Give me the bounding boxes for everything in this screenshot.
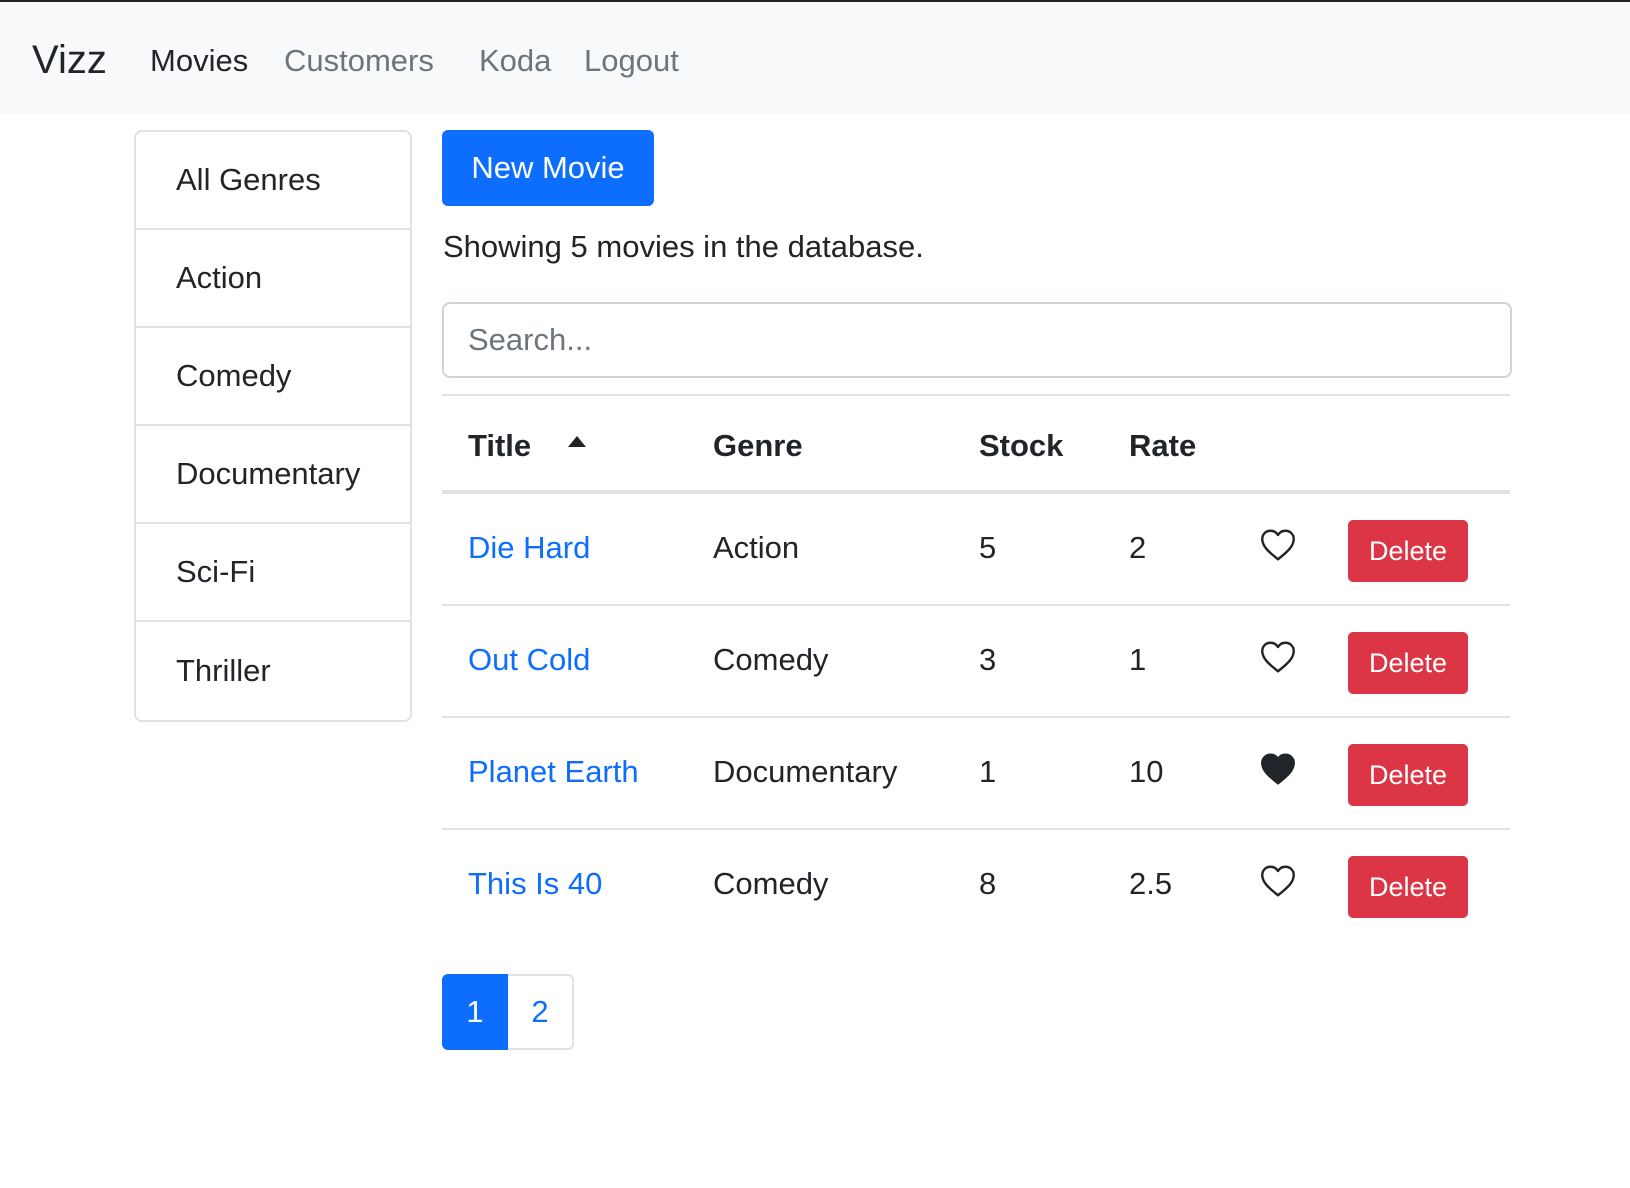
movies-table: Title Genre Stock Rate Die Hard Action 5… — [442, 394, 1510, 942]
genre-item-comedy[interactable]: Comedy — [136, 328, 410, 426]
search-input[interactable] — [442, 302, 1512, 378]
page-link-1[interactable]: 1 — [442, 974, 508, 1050]
movie-stock: 5 — [979, 530, 997, 565]
table-row: Out Cold Comedy 3 1 Delete — [442, 606, 1510, 718]
nav-link-movies[interactable]: Movies — [150, 42, 248, 80]
movie-rate: 1 — [1129, 642, 1147, 677]
movie-title-link[interactable]: This Is 40 — [468, 864, 602, 904]
column-header-title[interactable]: Title — [468, 426, 586, 466]
delete-button[interactable]: Delete — [1348, 632, 1468, 694]
movie-count-text: Showing 5 movies in the database. — [443, 229, 924, 264]
movie-genre: Action — [713, 530, 800, 565]
genre-list: All Genres Action Comedy Documentary Sci… — [134, 130, 412, 722]
delete-button[interactable]: Delete — [1348, 744, 1468, 806]
movie-title-link[interactable]: Planet Earth — [468, 752, 639, 792]
movie-title-link[interactable]: Out Cold — [468, 640, 590, 680]
nav-link-koda[interactable]: Koda — [479, 42, 551, 80]
movie-title-link[interactable]: Die Hard — [468, 528, 590, 568]
genre-item-all[interactable]: All Genres — [136, 132, 410, 230]
heart-outline-icon[interactable] — [1260, 640, 1296, 674]
movie-stock: 3 — [979, 642, 997, 677]
nav-link-logout[interactable]: Logout — [584, 42, 679, 80]
genre-item-documentary[interactable]: Documentary — [136, 426, 410, 524]
table-header: Title Genre Stock Rate — [442, 396, 1510, 494]
brand-logo[interactable]: Vizz — [32, 36, 107, 84]
genre-item-action[interactable]: Action — [136, 230, 410, 328]
movie-rate: 2 — [1129, 530, 1147, 565]
movie-stock: 8 — [979, 866, 997, 901]
column-header-stock[interactable]: Stock — [979, 426, 1063, 466]
heart-filled-icon[interactable] — [1260, 752, 1296, 786]
movie-rate: 2.5 — [1129, 866, 1173, 901]
heart-outline-icon[interactable] — [1260, 864, 1296, 898]
heart-outline-icon[interactable] — [1260, 528, 1296, 562]
column-header-rate[interactable]: Rate — [1129, 426, 1196, 466]
column-header-genre[interactable]: Genre — [713, 426, 803, 466]
genre-item-thriller[interactable]: Thriller — [136, 622, 410, 720]
movie-genre: Comedy — [713, 866, 829, 901]
table-row: Die Hard Action 5 2 Delete — [442, 494, 1510, 606]
new-movie-button[interactable]: New Movie — [442, 130, 654, 206]
movie-genre: Documentary — [713, 754, 898, 789]
caret-up-icon — [568, 436, 586, 447]
page-link-2[interactable]: 2 — [508, 974, 574, 1050]
delete-button[interactable]: Delete — [1348, 856, 1468, 918]
column-header-title-label: Title — [468, 428, 532, 463]
movie-stock: 1 — [979, 754, 997, 789]
table-row: This Is 40 Comedy 8 2.5 Delete — [442, 830, 1510, 942]
navbar: Vizz Movies Customers Koda Logout — [0, 2, 1630, 114]
pagination: 1 2 — [442, 974, 574, 1050]
movie-rate: 10 — [1129, 754, 1164, 789]
nav-link-customers[interactable]: Customers — [284, 42, 434, 80]
movie-genre: Comedy — [713, 642, 829, 677]
genre-item-sci-fi[interactable]: Sci-Fi — [136, 524, 410, 622]
delete-button[interactable]: Delete — [1348, 520, 1468, 582]
table-row: Planet Earth Documentary 1 10 Delete — [442, 718, 1510, 830]
